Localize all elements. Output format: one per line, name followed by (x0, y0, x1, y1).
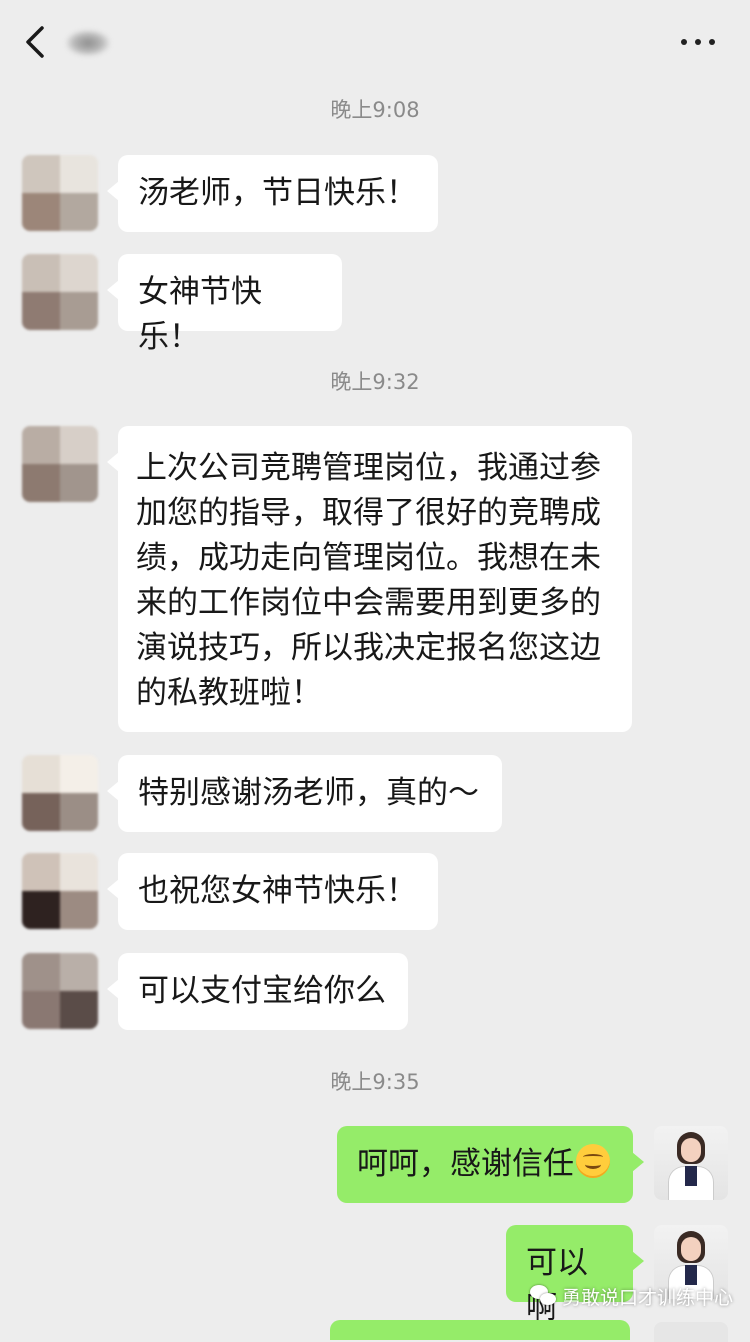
my-avatar[interactable] (654, 1126, 728, 1200)
message-bubble-incoming[interactable]: 可以支付宝给你么 (107, 953, 408, 1030)
chat-title (66, 30, 110, 56)
wechat-logo-icon (530, 1285, 558, 1307)
message-text: 可以支付宝给你么 (138, 973, 386, 1009)
message-text: 女神节快乐！ (138, 274, 262, 355)
smile-emoji-icon (576, 1144, 610, 1178)
message-bubble-incoming[interactable]: 汤老师，节日快乐！ (107, 155, 438, 232)
contact-avatar[interactable] (22, 426, 98, 502)
message-bubble-incoming[interactable]: 特别感谢汤老师，真的～ (107, 755, 502, 832)
contact-avatar[interactable] (22, 755, 98, 831)
message-bubble-outgoing-partial[interactable] (330, 1320, 630, 1340)
contact-avatar[interactable] (22, 953, 98, 1029)
message-timestamp: 晚上9:35 (330, 1070, 420, 1094)
message-bubble-incoming[interactable]: 女神节快乐！ (107, 254, 342, 355)
my-avatar-partial[interactable] (654, 1322, 728, 1342)
message-timestamp: 晚上9:32 (330, 370, 420, 394)
chevron-left-icon[interactable] (22, 24, 52, 60)
message-bubble-incoming[interactable]: 也祝您女神节快乐！ (107, 853, 438, 930)
message-timestamp: 晚上9:08 (330, 98, 420, 122)
contact-avatar[interactable] (22, 853, 98, 929)
watermark: 勇敢说口才训练中心 (530, 1282, 733, 1310)
message-bubble-outgoing[interactable]: 呵呵，感谢信任 (337, 1126, 644, 1203)
chat-header (0, 0, 750, 86)
message-text: 上次公司竞聘管理岗位，我通过参加您的指导，取得了很好的竞聘成绩，成功走向管理岗位… (136, 450, 601, 711)
watermark-text: 勇敢说口才训练中心 (562, 1286, 734, 1309)
message-text: 也祝您女神节快乐！ (138, 873, 417, 909)
contact-avatar[interactable] (22, 254, 98, 330)
message-text: 特别感谢汤老师，真的～ (138, 775, 479, 811)
message-text: 呵呵，感谢信任 (357, 1146, 574, 1182)
contact-avatar[interactable] (22, 155, 98, 231)
message-bubble-incoming[interactable]: 上次公司竞聘管理岗位，我通过参加您的指导，取得了很好的竞聘成绩，成功走向管理岗位… (107, 426, 632, 732)
more-horizontal-icon[interactable] (678, 30, 718, 54)
message-text: 汤老师，节日快乐！ (138, 175, 417, 211)
